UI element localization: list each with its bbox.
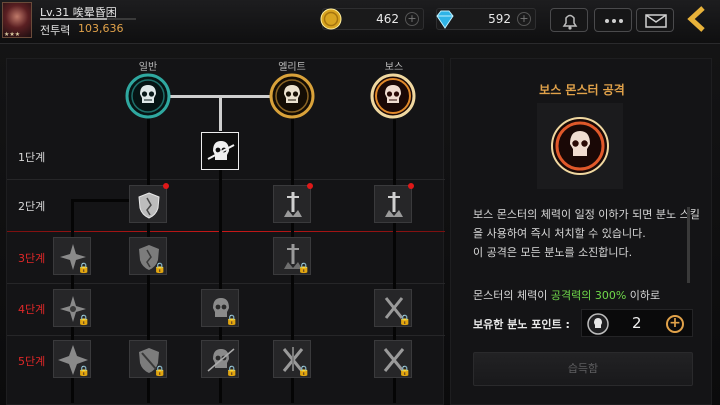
- back-arrow-icon: [687, 6, 705, 32]
- column-label-normal: 일반: [138, 62, 158, 73]
- monster-type-normal[interactable]: [125, 73, 171, 119]
- power-label: 전투력: [40, 24, 71, 37]
- skill-node[interactable]: [374, 183, 414, 223]
- sword-icon: [385, 192, 403, 217]
- description-scrollbar[interactable]: [687, 207, 690, 283]
- gem-icon: [436, 10, 454, 29]
- gem-value: 592: [488, 12, 511, 26]
- gem-counter: 592 +: [436, 8, 536, 30]
- skill-title: 보스 몬스터 공격: [539, 83, 625, 97]
- rank-stars-icon: ★★★: [4, 31, 21, 38]
- skill-node[interactable]: [129, 183, 169, 223]
- monster-type-boss[interactable]: [370, 73, 416, 119]
- add-points-button[interactable]: +: [666, 315, 684, 333]
- tier-label: 4단계: [18, 303, 46, 316]
- gem-add-button[interactable]: +: [517, 12, 531, 26]
- lock-icon: 🔒: [77, 366, 90, 377]
- learn-button[interactable]: 습득함: [473, 352, 693, 386]
- notification-button[interactable]: [550, 8, 588, 32]
- gold-value: 462: [376, 12, 399, 26]
- tier-label: 3단계: [18, 252, 46, 265]
- skill-node-locked[interactable]: 🔒: [273, 340, 311, 378]
- top-bar: ★★★ Lv.31 唉晕昏困 전투력 103,636 462 + 592 +: [0, 0, 720, 44]
- lock-icon: 🔒: [398, 315, 411, 326]
- skill-node-locked[interactable]: 🔒: [53, 237, 91, 275]
- condition-suffix: 이하로: [626, 289, 661, 302]
- more-icon: [605, 19, 623, 23]
- skill-node-locked[interactable]: 🔒: [374, 340, 412, 378]
- skill-node-locked[interactable]: 🔒: [201, 340, 239, 378]
- condition-highlight: 공격력의 300%: [550, 289, 627, 302]
- rage-points-box: 2 +: [581, 309, 693, 337]
- lock-icon: 🔒: [225, 315, 238, 326]
- skill-node-locked[interactable]: 🔒: [273, 237, 311, 275]
- power-value: 103,636: [78, 22, 124, 35]
- skull-icon: [269, 73, 315, 119]
- sword-icon: [284, 192, 302, 217]
- mail-button[interactable]: [636, 8, 674, 32]
- tier-label: 2단계: [18, 200, 46, 213]
- skill-node[interactable]: [273, 183, 313, 223]
- skull-icon: [125, 73, 171, 119]
- skill-tree-panel: 일반 엘리트 보스 1단계 2단계 3단계 4단계 5단계 🔒 🔒 🔒 🔒 🔒 …: [6, 58, 445, 405]
- skill-condition: 몬스터의 체력이 공격력의 300% 이하로: [473, 287, 660, 303]
- exp-bar: [40, 18, 136, 20]
- exp-bar-fill: [40, 18, 108, 20]
- back-button[interactable]: [682, 4, 712, 34]
- skill-node-locked[interactable]: 🔒: [53, 289, 91, 327]
- more-button[interactable]: [594, 8, 632, 32]
- skill-preview: [537, 103, 623, 189]
- gold-add-button[interactable]: +: [405, 12, 419, 26]
- skull-icon: [207, 141, 235, 160]
- skill-node-locked[interactable]: 🔒: [374, 289, 412, 327]
- new-badge: [307, 183, 313, 189]
- rage-points-label: 보유한 분노 포인트 :: [473, 318, 570, 331]
- mail-icon: [645, 14, 667, 28]
- skill-description: 보스 몬스터의 체력이 일정 이하가 되면 분노 스킬을 사용하여 즉시 처치할…: [473, 208, 700, 259]
- column-label-boss: 보스: [384, 62, 404, 73]
- monster-type-elite[interactable]: [269, 73, 315, 119]
- lock-icon: 🔒: [225, 366, 238, 377]
- lock-icon: 🔒: [297, 366, 310, 377]
- lock-icon: 🔒: [398, 366, 411, 377]
- new-badge: [163, 183, 169, 189]
- lock-icon: 🔒: [77, 263, 90, 274]
- condition-prefix: 몬스터의 체력이: [473, 289, 551, 302]
- shield-icon: [138, 192, 160, 219]
- skill-node-execute[interactable]: [201, 132, 239, 170]
- skull-icon: [551, 117, 609, 175]
- skill-node-locked[interactable]: 🔒: [129, 340, 167, 378]
- skull-icon: [370, 73, 416, 119]
- lock-icon: 🔒: [297, 263, 310, 274]
- new-badge: [408, 183, 414, 189]
- lock-icon: 🔒: [77, 315, 90, 326]
- tier-label: 5단계: [18, 355, 46, 368]
- lock-icon: 🔒: [153, 366, 166, 377]
- skull-icon: [587, 313, 609, 335]
- tier-label: 1단계: [18, 151, 46, 164]
- row-divider: [7, 179, 445, 180]
- skill-node-locked[interactable]: 🔒: [53, 340, 91, 378]
- tree-line-active: [219, 95, 222, 131]
- bell-icon: [562, 14, 578, 30]
- column-label-elite: 엘리트: [278, 62, 306, 73]
- skill-node-locked[interactable]: 🔒: [201, 289, 239, 327]
- lock-icon: 🔒: [153, 263, 166, 274]
- screen: ★★★ Lv.31 唉晕昏困 전투력 103,636 462 + 592 + 일…: [0, 0, 720, 405]
- rage-points-value: 2: [632, 314, 642, 332]
- skill-node-locked[interactable]: 🔒: [129, 237, 167, 275]
- skill-info-panel: 보스 몬스터 공격 보스 몬스터의 체력이 일정 이하가 되면 분노 스킬을 사…: [450, 58, 712, 405]
- gold-coin-icon: [320, 8, 342, 30]
- gold-counter: 462 +: [320, 8, 424, 30]
